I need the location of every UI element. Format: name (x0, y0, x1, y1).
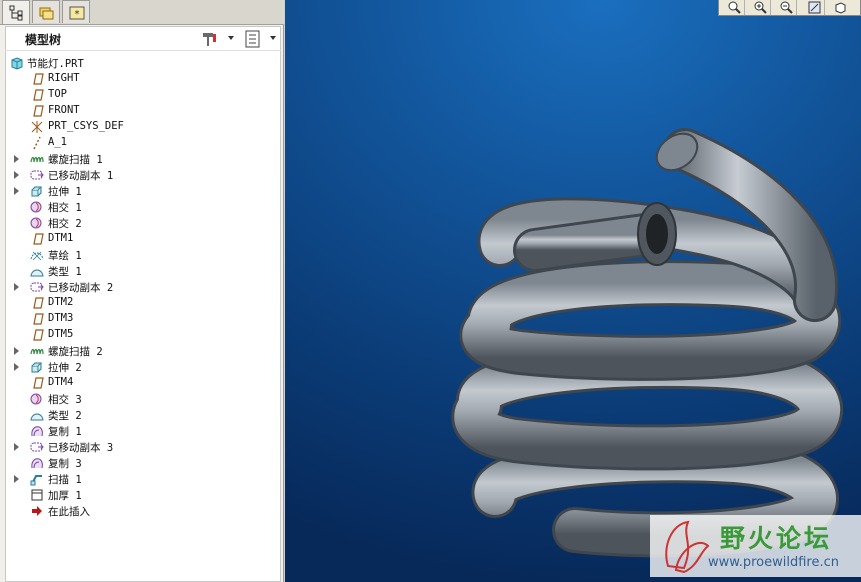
extrude-icon (31, 186, 43, 197)
datum-plane-icon (33, 73, 44, 85)
datum-axis-icon (33, 136, 41, 150)
tree-item-label: 类型 1 (48, 266, 82, 278)
extrude-icon (31, 362, 43, 373)
tree-item-label: 类型 2 (48, 410, 82, 422)
expand-arrow-icon[interactable] (14, 347, 19, 355)
datum-plane-icon (33, 297, 44, 309)
tree-item-label: 拉伸 2 (48, 362, 82, 374)
tree-item-label: 已移动副本 2 (48, 282, 114, 294)
sketch-icon (30, 251, 44, 261)
tree-item-label: 已移动副本 3 (48, 442, 114, 454)
settings-dropdown-arrow-icon[interactable] (270, 36, 276, 40)
helical-sweep-icon (30, 156, 44, 163)
part-icon (11, 57, 23, 70)
intersect-icon (30, 393, 42, 405)
tree-item-label: PRT_CSYS_DEF (48, 120, 124, 132)
helical-sweep-icon (30, 348, 44, 355)
graphics-viewport[interactable]: 野火论坛 www.proewildfire.cn (285, 0, 861, 582)
panel-tabs: * (0, 0, 284, 25)
intersect-icon (30, 217, 42, 229)
tree-header: 模型树 (5, 26, 281, 50)
folder-browser-tab[interactable] (32, 0, 60, 23)
insert-here-arrow-icon (32, 506, 42, 516)
tree-item-label: 扫描 1 (48, 474, 82, 486)
moved-copy-icon (30, 282, 44, 292)
tree-item-label: DTM1 (48, 232, 74, 244)
sweep-icon (30, 475, 42, 486)
expand-arrow-icon[interactable] (14, 443, 19, 451)
helix-tube-model[interactable] (285, 0, 861, 582)
tree-item-label: DTM4 (48, 376, 74, 388)
forum-logo-icon (665, 520, 710, 574)
tree-icon (9, 5, 23, 21)
tree-root-label: 节能灯.PRT (27, 58, 84, 70)
datum-plane-icon (33, 89, 44, 101)
expand-arrow-icon[interactable] (14, 475, 19, 483)
tree-item-label: 相交 3 (48, 394, 82, 406)
watermark: 野火论坛 www.proewildfire.cn (650, 515, 861, 577)
tree-item-label: 复制 1 (48, 426, 82, 438)
tree-item-label: A_1 (48, 136, 67, 148)
tree-item-label: 复制 3 (48, 458, 82, 470)
show-settings-icon[interactable] (244, 30, 262, 48)
intersect-icon (30, 201, 42, 213)
favorites-icon: * (69, 6, 85, 20)
datum-plane-icon (33, 105, 44, 117)
type-icon (30, 269, 44, 277)
datum-plane-icon (33, 233, 44, 245)
datum-plane-icon (33, 377, 44, 389)
type-icon (30, 413, 44, 421)
tree-item-label: 加厚 1 (48, 490, 82, 502)
datum-plane-icon (33, 329, 44, 341)
expand-arrow-icon[interactable] (14, 283, 19, 291)
model-tree-panel: * 模型树 节能灯.PRT RIGHT TOP FRONT PRT_CSYS_DEF A… (0, 0, 284, 582)
tree-item-label: 已移动副本 1 (48, 170, 114, 182)
tree-item-label: TOP (48, 88, 67, 100)
copy-icon (31, 458, 43, 469)
tree-item-label: FRONT (48, 104, 80, 116)
tree-item-label: DTM3 (48, 312, 74, 324)
expand-arrow-icon[interactable] (14, 363, 19, 371)
tree-item-label: DTM5 (48, 328, 74, 340)
moved-copy-icon (30, 170, 44, 180)
tree-item-label: 在此插入 (48, 506, 90, 518)
tree-item-label: RIGHT (48, 72, 80, 84)
expand-arrow-icon[interactable] (14, 171, 19, 179)
tree-item-label: 拉伸 1 (48, 186, 82, 198)
panel-title: 模型树 (25, 33, 62, 47)
model-tree-tab[interactable] (2, 0, 30, 24)
coordinate-system-icon (31, 121, 43, 133)
expand-arrow-icon[interactable] (14, 155, 19, 163)
tree-item-label: 螺旋扫描 1 (48, 154, 103, 166)
folder-icon (39, 7, 54, 20)
thicken-icon (31, 489, 43, 501)
tree-item-label: 相交 2 (48, 218, 82, 230)
tree-item-label: 草绘 1 (48, 250, 82, 262)
watermark-title: 野火论坛 (720, 524, 833, 553)
copy-icon (31, 426, 43, 437)
watermark-url: www.proewildfire.cn (708, 555, 839, 570)
tools-dropdown-arrow-icon[interactable] (228, 36, 234, 40)
moved-copy-icon (30, 442, 44, 452)
model-tree: 节能灯.PRT RIGHT TOP FRONT PRT_CSYS_DEF A_1 螺旋扫描… (5, 50, 281, 582)
expand-arrow-icon[interactable] (14, 187, 19, 195)
svg-text:*: * (75, 9, 80, 20)
tree-item-label: 螺旋扫描 2 (48, 346, 103, 358)
tree-item-label: 相交 1 (48, 202, 82, 214)
tree-item-label: DTM2 (48, 296, 74, 308)
tools-hammer-icon[interactable] (200, 30, 218, 48)
datum-plane-icon (33, 313, 44, 325)
favorites-tab[interactable]: * (62, 0, 90, 23)
